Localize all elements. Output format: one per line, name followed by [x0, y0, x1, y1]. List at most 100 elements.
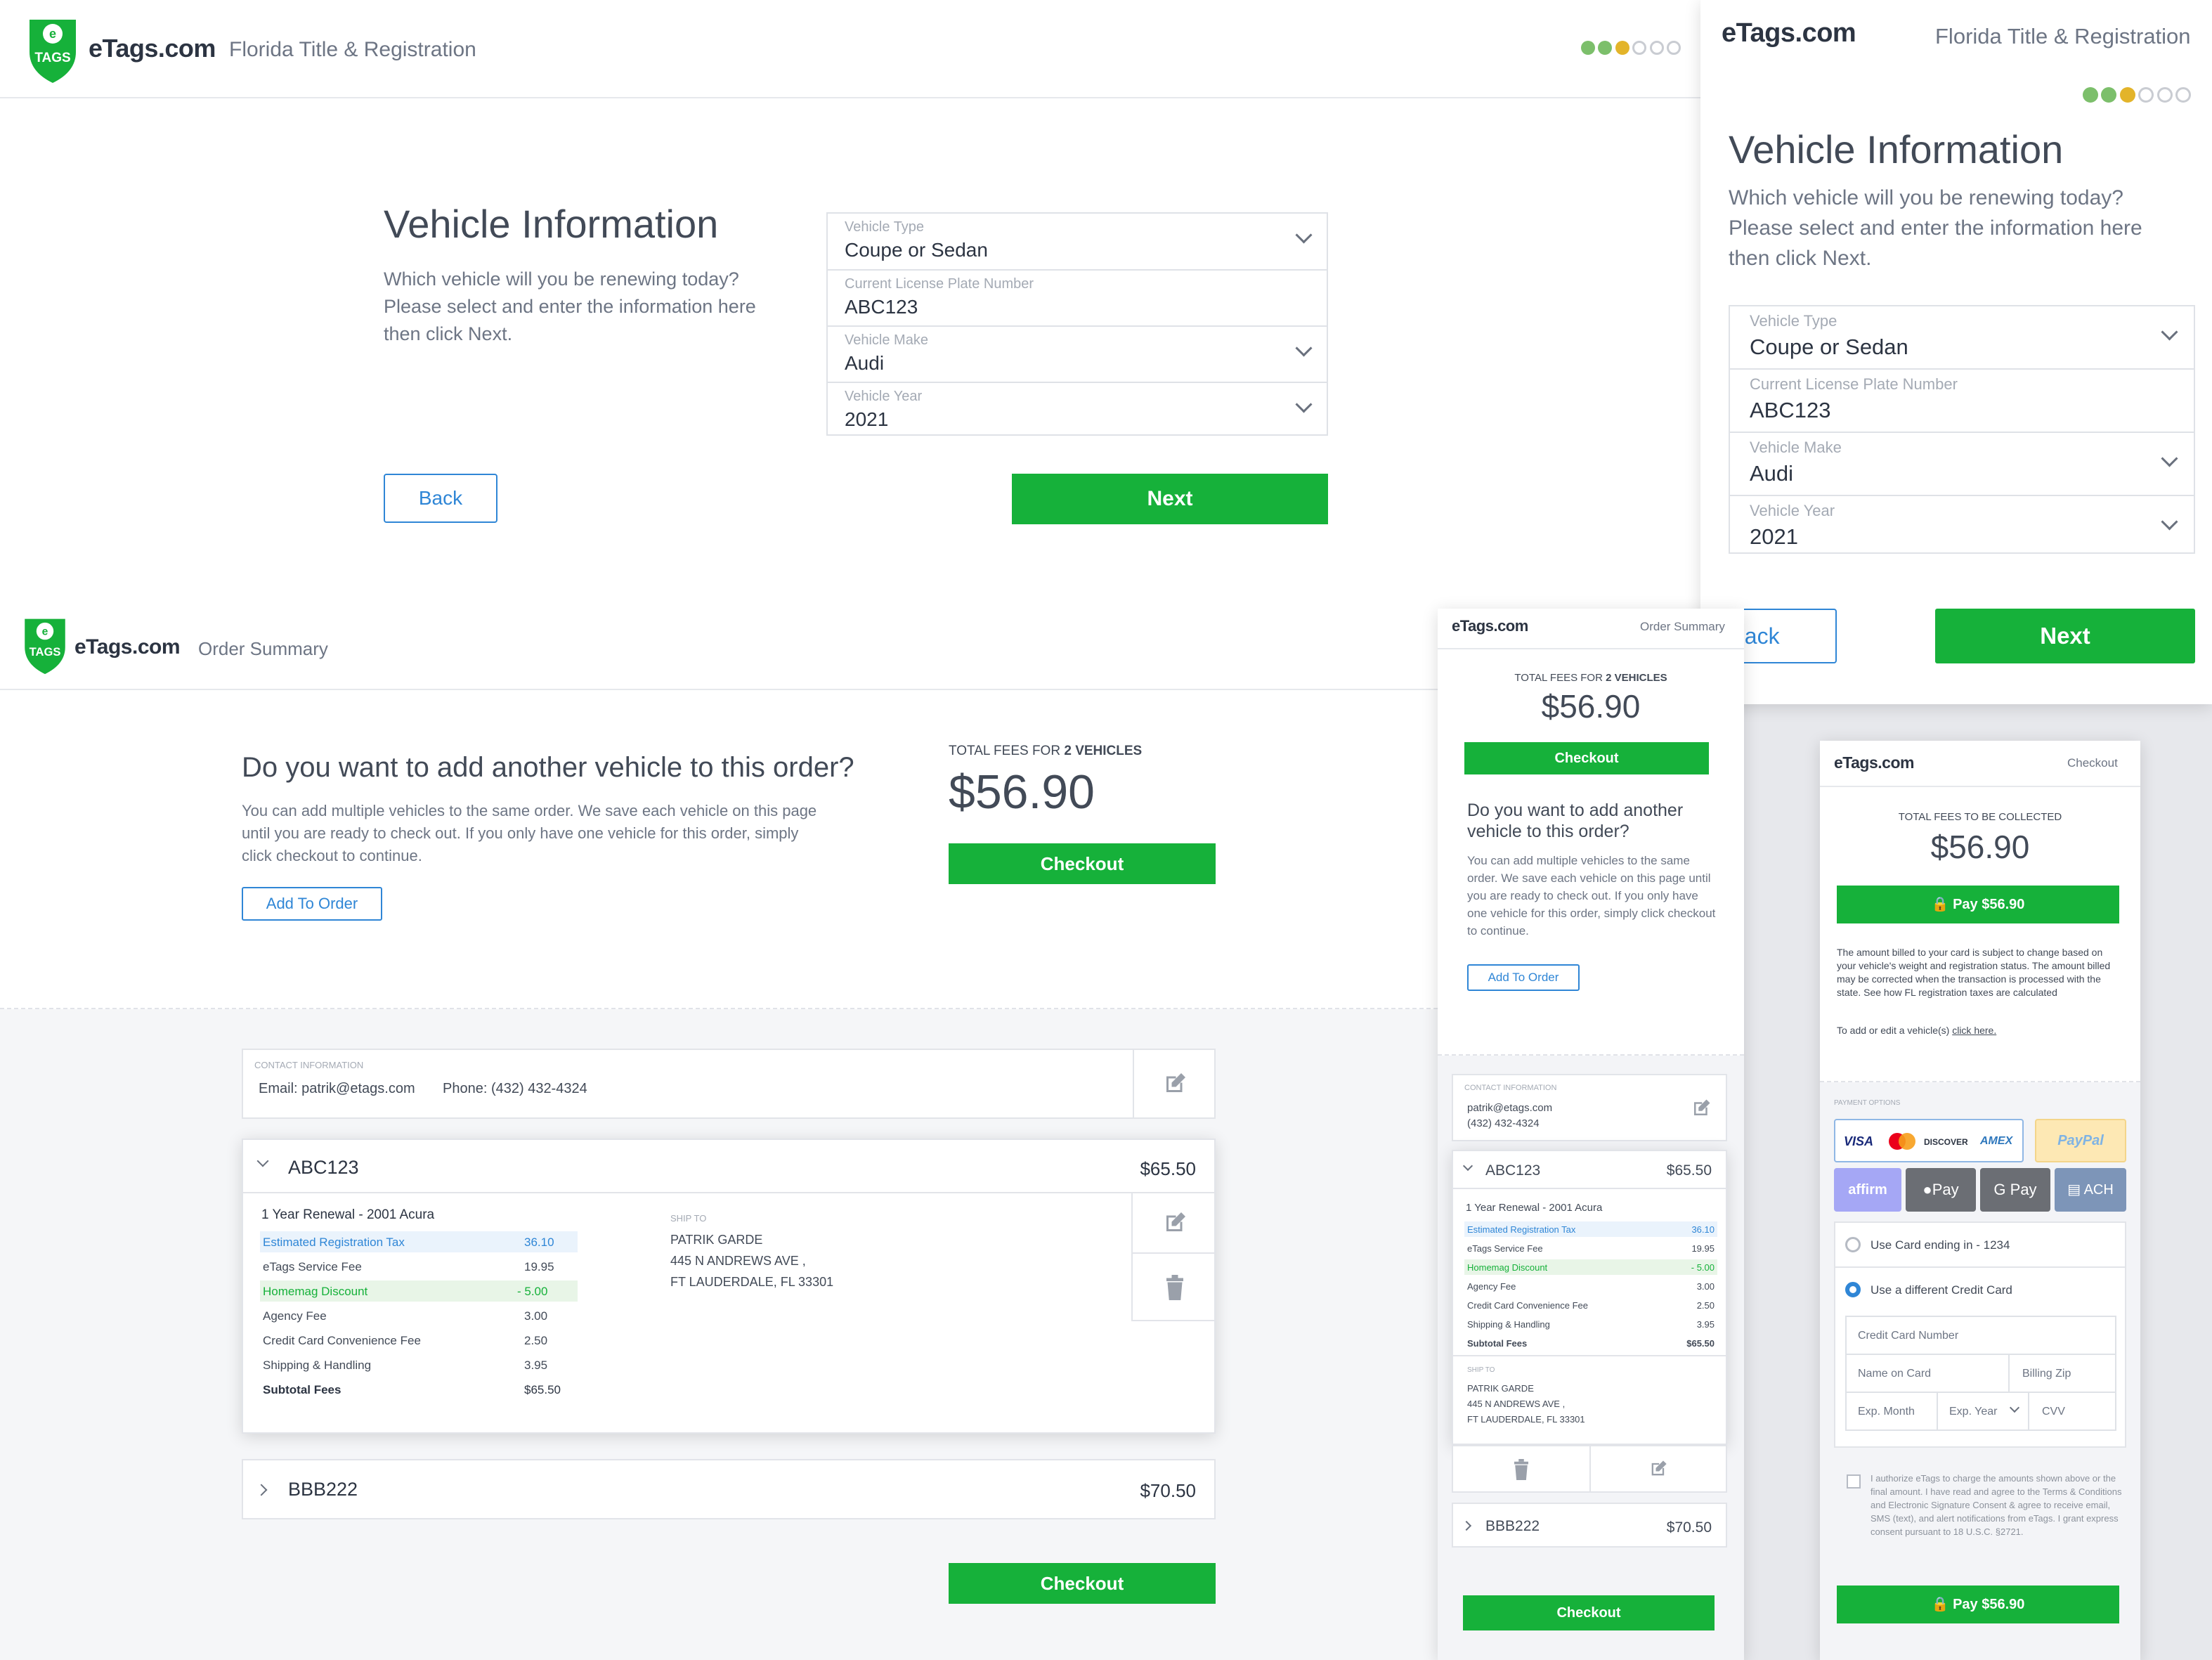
total-label-prefix: TOTAL FEES FOR [1514, 672, 1603, 684]
ship-to-name: PATRIK GARDE [1467, 1383, 1534, 1394]
license-plate-label: Current License Plate Number [1750, 375, 1958, 393]
billing-zip-input[interactable]: Billing Zip [2010, 1355, 2115, 1393]
vehicle-type-select[interactable]: Vehicle Type Coupe or Sedan [828, 214, 1327, 271]
contact-label: CONTACT INFORMATION [254, 1060, 364, 1070]
exp-year-select[interactable]: Exp. Year [1938, 1393, 2029, 1429]
fee-row: Shipping & Handling 3.95 [260, 1354, 578, 1375]
back-button[interactable]: Back [384, 474, 497, 523]
fee-value: 3.00 [1696, 1281, 1715, 1292]
edit-icon [1651, 1460, 1667, 1476]
total-label-count: 2 VEHICLES [1606, 672, 1667, 684]
vehicle-year-value: 2021 [1750, 524, 1798, 549]
license-plate-input[interactable]: Current License Plate Number ABC123 [1730, 370, 2194, 433]
exp-year-placeholder: Exp. Year [1949, 1406, 1998, 1418]
vehicle-form: Vehicle Type Coupe or Sedan Current Lice… [826, 212, 1328, 436]
fee-value: 2.50 [1696, 1300, 1715, 1311]
vehicle-card-header[interactable]: ABC123 $65.50 [243, 1140, 1214, 1193]
fee-value: 2.50 [524, 1334, 548, 1347]
ship-to-label: SHIP TO [670, 1213, 707, 1224]
checkout-button-bottom[interactable]: Checkout [1463, 1595, 1715, 1630]
card-logos-option[interactable]: VISA DISCOVER AMEX [1834, 1119, 2024, 1162]
header-subtitle: Florida Title & Registration [1935, 24, 2191, 48]
add-to-order-button[interactable]: Add To Order [1467, 964, 1580, 991]
vehicle-amount: $65.50 [1666, 1162, 1712, 1179]
add-edit-link[interactable]: click here. [1952, 1025, 1996, 1036]
vehicle-card-header[interactable]: ABC123 $65.50 [1453, 1151, 1726, 1189]
vehicle-year-select[interactable]: Vehicle Year 2021 [828, 383, 1327, 439]
contact-phone: (432) 432-4324 [1467, 1117, 1540, 1129]
radio-unselected[interactable] [1845, 1237, 1861, 1252]
fee-value: $65.50 [524, 1383, 561, 1396]
ship-divider [1453, 1355, 1726, 1356]
order-top-section: e TAGS eTags.com Order Summary Do you wa… [0, 609, 1438, 1009]
add-to-order-button[interactable]: Add To Order [242, 887, 382, 921]
vehicle-card-bbb222[interactable]: BBB222 $70.50 [242, 1459, 1216, 1519]
checkout-button-top[interactable]: Checkout [949, 843, 1216, 884]
fee-row: Credit Card Convenience Fee 2.50 [1464, 1297, 1717, 1313]
affirm-option[interactable]: affirm [1834, 1168, 1901, 1212]
checkout-button-top[interactable]: Checkout [1464, 742, 1709, 774]
vehicle-plate: ABC123 [1485, 1162, 1541, 1179]
vehicle-year-select[interactable]: Vehicle Year 2021 [1730, 496, 2194, 557]
next-button[interactable]: Next [1935, 609, 2195, 663]
edit-vehicle-button[interactable] [1591, 1446, 1726, 1491]
svg-text:TAGS: TAGS [34, 51, 70, 65]
total-amount: $56.90 [949, 765, 1095, 819]
pay-button-label: Pay $56.90 [1953, 1597, 2025, 1612]
lock-icon: 🔒 [1931, 1597, 1949, 1612]
cvv-input[interactable]: CVV [2029, 1393, 2115, 1429]
new-card-option[interactable]: Use a different Credit Card [1835, 1268, 2125, 1313]
vehicle-make-value: Audi [1750, 461, 1794, 486]
saved-card-option[interactable]: Use Card ending in - 1234 [1835, 1223, 2125, 1268]
chevron-down-icon [1295, 339, 1313, 357]
fee-value: 36.10 [524, 1236, 554, 1249]
edit-contact-button[interactable] [1133, 1050, 1216, 1117]
vehicle-card-bbb222[interactable]: BBB222 $70.50 [1452, 1503, 1727, 1548]
ship-to-name: PATRIK GARDE [670, 1233, 763, 1247]
authorize-checkbox[interactable] [1847, 1474, 1861, 1489]
fee-label: Agency Fee [263, 1309, 327, 1323]
progress-steps [1581, 41, 1681, 58]
etags-logo[interactable]: e TAGS [21, 614, 69, 677]
edit-vehicle-button[interactable] [1131, 1193, 1216, 1254]
card-number-input[interactable]: Credit Card Number [1847, 1317, 2115, 1355]
paypal-option[interactable]: PayPal [2035, 1119, 2126, 1162]
header-subtitle: Florida Title & Registration [229, 38, 476, 61]
fee-value: 19.95 [524, 1260, 554, 1273]
header: e TAGS eTags.com Florida Title & Registr… [0, 0, 1700, 98]
vehicle-make-select[interactable]: Vehicle Make Audi [828, 327, 1327, 383]
checkout-button-bottom[interactable]: Checkout [949, 1563, 1216, 1604]
vehicle-make-select[interactable]: Vehicle Make Audi [1730, 433, 2194, 496]
vehicle-type-select[interactable]: Vehicle Type Coupe or Sedan [1730, 306, 2194, 370]
fee-label: Subtotal Fees [263, 1383, 341, 1396]
vehicle-actions [1452, 1445, 1727, 1493]
total-label: TOTAL FEES FOR 2 VEHICLES [949, 744, 1142, 759]
contact-email: Email: patrik@etags.com [259, 1081, 415, 1096]
page-description: Which vehicle will you be renewing today… [384, 268, 756, 344]
new-card-label: Use a different Credit Card [1871, 1283, 2012, 1297]
google-pay-option[interactable]: G Pay [1980, 1168, 2050, 1212]
edit-icon[interactable] [1691, 1098, 1712, 1119]
etags-logo[interactable]: e TAGS [25, 15, 80, 86]
amex-logo: AMEX [1980, 1135, 2013, 1147]
pay-button-top[interactable]: 🔒 Pay $56.90 [1837, 886, 2119, 923]
delete-vehicle-button[interactable] [1131, 1254, 1216, 1321]
radio-selected[interactable] [1845, 1282, 1861, 1297]
fee-row-subtotal: Subtotal Fees $65.50 [260, 1379, 578, 1400]
renewal-title: 1 Year Renewal - 2001 Acura [261, 1207, 435, 1222]
pay-button-bottom[interactable]: 🔒 Pay $56.90 [1837, 1586, 2119, 1623]
name-on-card-input[interactable]: Name on Card [1847, 1355, 2010, 1393]
ach-option[interactable]: ▤ ACH [2055, 1168, 2126, 1212]
chevron-right-icon [255, 1484, 268, 1496]
exp-month-input[interactable]: Exp. Month [1847, 1393, 1938, 1429]
vehicle-year-label: Vehicle Year [1750, 502, 1835, 519]
next-button[interactable]: Next [1012, 474, 1328, 524]
fee-row: eTags Service Fee 19.95 [260, 1256, 578, 1277]
license-plate-input[interactable]: Current License Plate Number ABC123 [828, 271, 1327, 327]
total-label: TOTAL FEES TO BE COLLECTED [1898, 811, 2062, 823]
page-description: Which vehicle will you be renewing today… [1729, 186, 2142, 270]
apple-pay-option[interactable]: ●Pay [1906, 1168, 1976, 1212]
delete-vehicle-button[interactable] [1453, 1446, 1591, 1491]
fee-row: Estimated Registration Tax 36.10 [260, 1231, 578, 1252]
fee-value: 3.95 [1696, 1319, 1715, 1330]
